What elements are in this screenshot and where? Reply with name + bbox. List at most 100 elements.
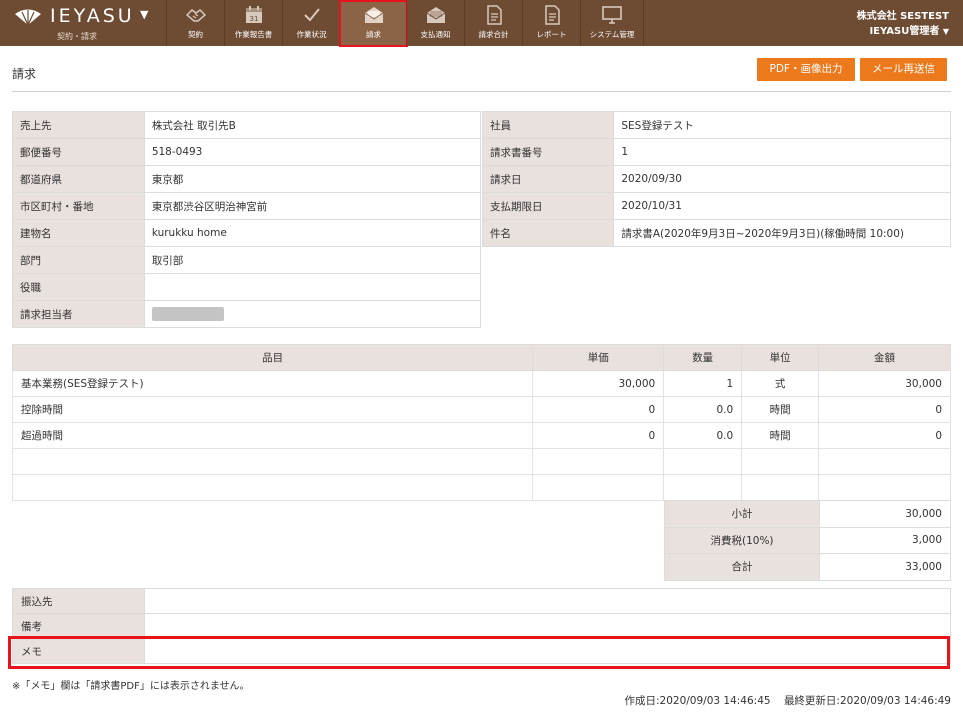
updated-date: 最終更新日:2020/09/03 14:46:49 bbox=[783, 695, 951, 707]
field-value: 東京都 bbox=[143, 165, 482, 193]
quantity: 1 bbox=[663, 370, 743, 397]
field-label: 件名 bbox=[481, 219, 615, 247]
field-value: 2020/09/30 bbox=[613, 165, 951, 193]
nav-label: レポート bbox=[536, 30, 567, 39]
table-row: 郵便番号 518-0493 bbox=[12, 138, 482, 166]
nav-label: 作業状況 bbox=[296, 30, 327, 39]
unit-price bbox=[532, 474, 665, 501]
column-header: 単位 bbox=[741, 344, 820, 371]
unit-price: 30,000 bbox=[532, 370, 665, 397]
envelope-money-icon bbox=[364, 7, 383, 23]
tax-label: 消費税(10%) bbox=[664, 526, 820, 554]
svg-text:31: 31 bbox=[249, 15, 258, 23]
table-row: メモ bbox=[12, 638, 951, 664]
field-label: 請求日 bbox=[481, 165, 615, 193]
table-row bbox=[11, 474, 951, 501]
field-value: 2020/10/31 bbox=[613, 192, 951, 220]
divider bbox=[12, 91, 951, 92]
unit: 式 bbox=[741, 370, 820, 397]
amount bbox=[818, 448, 951, 475]
nav-label: 契約 bbox=[188, 30, 203, 39]
bank-account-label: 振込先 bbox=[12, 588, 145, 614]
bank-account-value bbox=[144, 588, 951, 614]
user-menu[interactable]: 株式会社 SESTEST IEYASU管理者 ▼ bbox=[857, 9, 949, 39]
checkmark-icon bbox=[303, 8, 320, 22]
nav-item-work-report[interactable]: 31 作業報告書 bbox=[224, 0, 282, 46]
nav-item-contract[interactable]: 契約 bbox=[166, 0, 224, 46]
resend-mail-button[interactable]: メール再送信 bbox=[860, 58, 947, 81]
amount bbox=[818, 474, 951, 501]
field-label: 請求担当者 bbox=[12, 300, 145, 328]
table-row: 社員 SES登録テスト bbox=[481, 111, 951, 139]
remarks-value bbox=[144, 613, 951, 639]
nav-label: 請求 bbox=[366, 30, 381, 39]
total-value: 33,000 bbox=[819, 553, 951, 581]
handshake-icon bbox=[185, 9, 206, 22]
quantity: 0.0 bbox=[663, 422, 743, 449]
brand-subtitle: 契約・請求 bbox=[57, 32, 97, 41]
subtotal-value: 30,000 bbox=[819, 500, 951, 528]
page-title: 請求 bbox=[12, 67, 37, 81]
memo-value bbox=[144, 638, 951, 664]
field-label: 社員 bbox=[481, 111, 615, 139]
nav-item-invoice-total[interactable]: 請求合計 bbox=[464, 0, 522, 46]
table-row: 請求担当者 bbox=[12, 300, 482, 328]
nav-label: システム管理 bbox=[589, 30, 635, 39]
table-row: 超過時間 0 0.0 時間 0 bbox=[11, 422, 951, 449]
caret-down-icon: ▼ bbox=[942, 27, 949, 36]
redacted-block bbox=[151, 307, 224, 321]
unit-price: 0 bbox=[532, 396, 665, 423]
nav-item-invoice[interactable]: 請求 bbox=[339, 0, 408, 47]
company-name: 株式会社 SESTEST bbox=[856, 11, 949, 22]
totals-table: 小計 30,000 消費税(10%) 3,000 合計 33,000 bbox=[664, 500, 951, 581]
field-label: 郵便番号 bbox=[12, 138, 145, 166]
document-icon bbox=[544, 5, 560, 25]
document-icon bbox=[486, 5, 502, 25]
field-value: 株式会社 取引先B bbox=[143, 111, 482, 139]
table-row: 支払期限日 2020/10/31 bbox=[481, 192, 951, 220]
timestamps: 作成日:2020/09/03 14:46:45 最終更新日:2020/09/03… bbox=[625, 693, 951, 708]
nav-item-work-status[interactable]: 作業状況 bbox=[282, 0, 340, 46]
unit-price bbox=[532, 448, 665, 475]
nav-item-payment-notice[interactable]: 支払通知 bbox=[406, 0, 464, 46]
unit bbox=[741, 474, 820, 501]
field-value: SES登録テスト bbox=[613, 111, 951, 139]
brand-name: IEYASU bbox=[50, 5, 135, 27]
table-row: 市区町村・番地 東京都渋谷区明治神宮前 bbox=[12, 192, 482, 220]
field-value bbox=[143, 300, 482, 328]
remarks-label: 備考 bbox=[12, 613, 145, 639]
envelope-money-icon bbox=[426, 7, 445, 23]
table-row: 役職 bbox=[12, 273, 482, 301]
field-value bbox=[143, 273, 482, 301]
field-label: 役職 bbox=[12, 273, 145, 301]
item-name bbox=[11, 474, 534, 501]
monitor-icon bbox=[602, 6, 622, 24]
user-name: IEYASU管理者 bbox=[869, 26, 940, 37]
nav-item-system-admin[interactable]: システム管理 bbox=[580, 0, 644, 46]
field-value: 518-0493 bbox=[143, 138, 482, 166]
table-header-row: 品目 単価 数量 単位 金額 bbox=[11, 344, 951, 371]
nav-label: 作業報告書 bbox=[234, 30, 273, 39]
item-name: 控除時間 bbox=[11, 396, 534, 423]
caret-down-icon: ▼ bbox=[140, 8, 149, 21]
column-header: 単価 bbox=[532, 344, 665, 371]
field-label: 請求書番号 bbox=[481, 138, 615, 166]
brand-menu[interactable]: IEYASU ▼ 契約・請求 bbox=[0, 0, 166, 46]
line-items-table: 品目 単価 数量 単位 金額 基本業務(SES登録テスト) 30,000 1 式… bbox=[11, 344, 951, 501]
item-name: 基本業務(SES登録テスト) bbox=[11, 370, 534, 397]
table-row: 合計 33,000 bbox=[664, 553, 951, 581]
unit bbox=[741, 448, 820, 475]
nav-item-report[interactable]: レポート bbox=[522, 0, 580, 46]
quantity bbox=[663, 474, 743, 501]
pdf-export-button[interactable]: PDF・画像出力 bbox=[757, 58, 855, 81]
invoice-info-table: 社員 SES登録テスト 請求書番号 1 請求日 2020/09/30 支払期限日 202… bbox=[481, 111, 951, 247]
item-name bbox=[11, 448, 534, 475]
calendar-icon: 31 bbox=[245, 6, 262, 23]
field-value: 取引部 bbox=[143, 246, 482, 274]
table-row: 請求日 2020/09/30 bbox=[481, 165, 951, 193]
subtotal-label: 小計 bbox=[664, 500, 820, 528]
table-row: 備考 bbox=[12, 613, 951, 639]
table-row: 控除時間 0 0.0 時間 0 bbox=[11, 396, 951, 423]
created-date: 作成日:2020/09/03 14:46:45 bbox=[624, 695, 771, 707]
column-header: 数量 bbox=[663, 344, 743, 371]
